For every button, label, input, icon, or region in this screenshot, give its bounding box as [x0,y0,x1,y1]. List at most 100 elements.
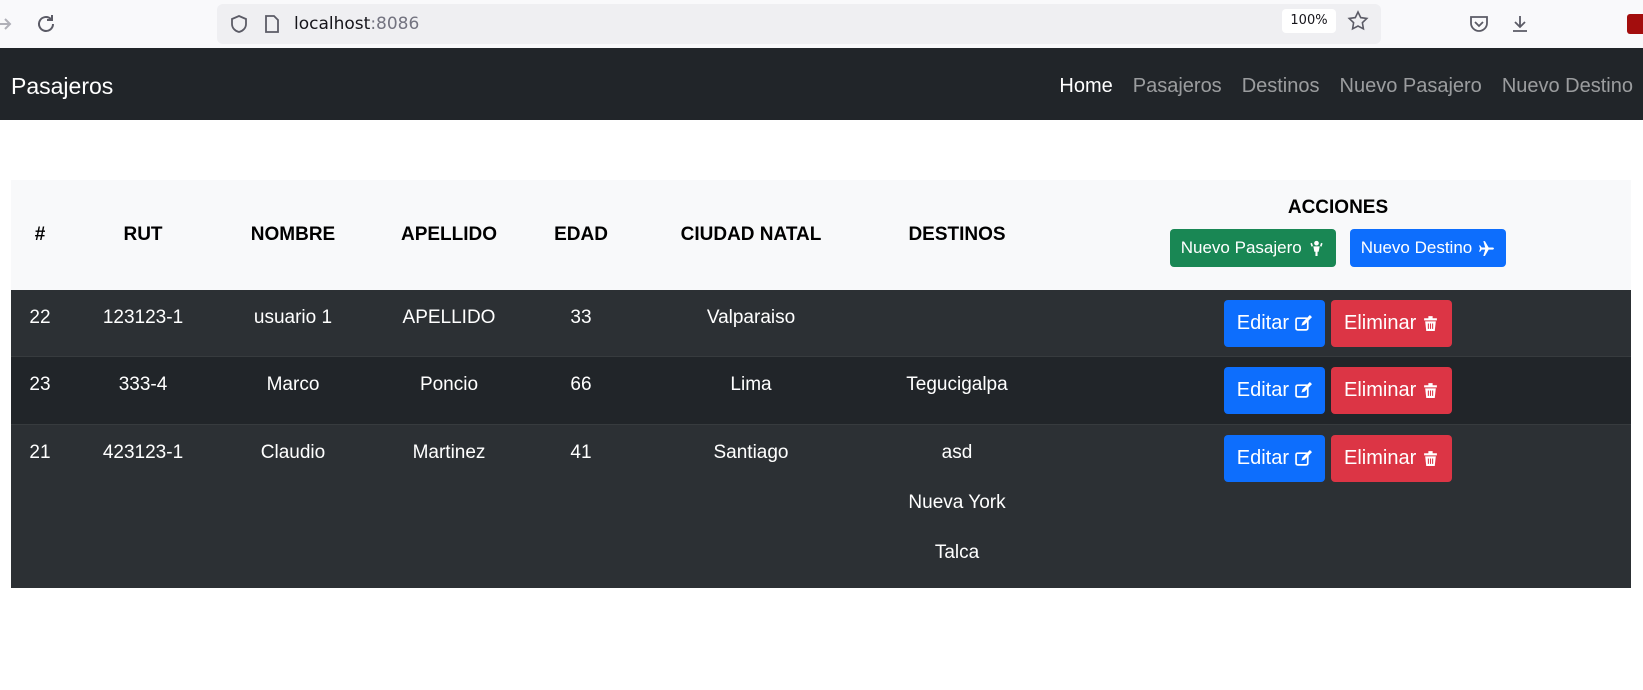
extension-icon[interactable] [1627,14,1643,34]
editar-label: Editar [1236,312,1289,334]
table-row: 22 123123-1 usuario 1 APELLIDO 33 Valpar… [11,290,1631,356]
trash-icon [1424,450,1438,466]
eliminar-button[interactable]: Eliminar [1331,366,1453,414]
cell-id-text: 22 [29,307,51,328]
editar-label: Editar [1236,446,1289,469]
destino-item: Talca [934,541,980,563]
cell-id: 22 [11,290,69,356]
cell-edad: 33 [529,290,633,356]
cell-nombre-text: usuario 1 [253,307,333,328]
browser-toolbar: localhost:8086 100% [0,0,1643,48]
nav-link-destinos[interactable]: Destinos [1242,72,1320,100]
cell-acciones: Editar Eliminar [1045,355,1631,424]
cell-apellido: APELLIDO [369,290,529,356]
cell-apellido: Poncio [369,355,529,424]
table-row: 23 333-4 Marco Poncio 66 Lima Tegucigalp… [11,355,1631,424]
zoom-level[interactable]: 100% [1282,9,1336,33]
cell-id: 23 [11,355,69,424]
table-header-row: # RUT NOMBRE APELLIDO EDAD CIUDAD NATAL … [11,180,1631,290]
destino-item: Nueva York [908,491,1006,513]
header-rut: RUT [69,180,217,290]
acciones-title: ACCIONES [1287,197,1389,218]
cell-nombre: Claudio [217,423,369,588]
url-text[interactable]: localhost:8086 [294,14,419,34]
cell-rut: 423123-1 [69,423,217,588]
cell-rut-text: 423123-1 [102,441,184,463]
eliminar-button[interactable]: Eliminar [1331,300,1453,347]
cell-apellido-text: APELLIDO [402,307,496,328]
plane-icon [1479,240,1495,256]
cell-apellido-text: Poncio [419,373,479,395]
cell-acciones: Editar Eliminar [1045,290,1631,356]
nav-link-home[interactable]: Home [1059,72,1112,100]
cell-id: 21 [11,423,69,588]
cell-ciudad-text: Lima [730,373,772,395]
page-icon[interactable] [263,14,281,34]
cell-rut-text: 123123-1 [102,307,184,328]
bookmark-star-icon[interactable] [1347,10,1369,32]
url-port: :8086 [370,14,420,34]
header-edad: EDAD [529,180,633,290]
cell-nombre-text: Marco [266,373,320,395]
cell-rut: 123123-1 [69,290,217,356]
nav-links: Home Pasajeros Destinos Nuevo Pasajero N… [1059,72,1633,100]
nuevo-pasajero-button[interactable]: Nuevo Pasajero [1169,229,1336,267]
cell-acciones: Editar Eliminar [1045,423,1631,588]
pocket-icon[interactable] [1467,12,1491,36]
editar-label: Editar [1236,378,1289,401]
url-bar[interactable]: localhost:8086 [217,4,1381,44]
header-destinos: DESTINOS [869,180,1045,290]
cell-rut-text: 333-4 [118,373,168,395]
nuevo-destino-label: Nuevo Destino [1360,238,1473,257]
cell-ciudad-text: Santiago [713,441,789,463]
cell-ciudad: Valparaiso [633,290,869,356]
destino-item: Tegucigalpa [906,373,1008,395]
reload-icon[interactable] [34,12,58,36]
cell-apellido-text: Martinez [412,441,486,463]
url-host: localhost [294,14,371,34]
header-ciudad: CIUDAD NATAL [633,180,869,290]
trash-icon [1424,382,1438,398]
editar-button[interactable]: Editar [1223,300,1325,347]
eliminar-button[interactable]: Eliminar [1331,434,1453,482]
cell-rut: 333-4 [69,355,217,424]
edit-icon [1295,449,1312,466]
cell-ciudad-text: Valparaiso [706,307,796,328]
cell-edad-text: 66 [570,373,592,395]
navbar-brand[interactable]: Pasajeros [11,72,113,100]
cell-apellido: Martinez [369,423,529,588]
pasajeros-table: # RUT NOMBRE APELLIDO EDAD CIUDAD NATAL … [11,180,1631,588]
nav-link-nuevo-pasajero[interactable]: Nuevo Pasajero [1340,72,1482,100]
cell-nombre: Marco [217,355,369,424]
cell-nombre: usuario 1 [217,290,369,356]
cell-destinos: asd Nueva York Talca [869,423,1045,588]
editar-button[interactable]: Editar [1223,434,1325,482]
cell-destinos [869,290,1045,356]
cell-ciudad: Lima [633,355,869,424]
header-num: # [11,180,69,290]
forward-icon[interactable] [0,12,16,36]
cell-destinos: Tegucigalpa [869,355,1045,424]
header-acciones: ACCIONES Nuevo Pasajero Nuevo Destino [1045,180,1631,290]
person-icon [1310,240,1323,256]
cell-nombre-text: Claudio [260,441,326,463]
eliminar-label: Eliminar [1344,446,1417,469]
header-apellido: APELLIDO [369,180,529,290]
nav-link-nuevo-destino[interactable]: Nuevo Destino [1502,72,1633,100]
editar-button[interactable]: Editar [1223,366,1325,414]
nav-link-pasajeros[interactable]: Pasajeros [1133,72,1222,100]
shield-icon[interactable] [229,14,249,34]
edit-icon [1295,381,1312,398]
trash-icon [1424,316,1438,331]
eliminar-label: Eliminar [1344,378,1417,401]
cell-edad: 41 [529,423,633,588]
edit-icon [1295,315,1312,331]
eliminar-label: Eliminar [1344,312,1417,334]
download-icon[interactable] [1508,12,1532,36]
cell-ciudad: Santiago [633,423,869,588]
cell-edad: 66 [529,355,633,424]
cell-id-text: 21 [29,441,51,463]
nuevo-destino-button[interactable]: Nuevo Destino [1349,229,1507,267]
header-nombre: NOMBRE [217,180,369,290]
navbar: Pasajeros Home Pasajeros Destinos Nuevo … [0,48,1643,120]
